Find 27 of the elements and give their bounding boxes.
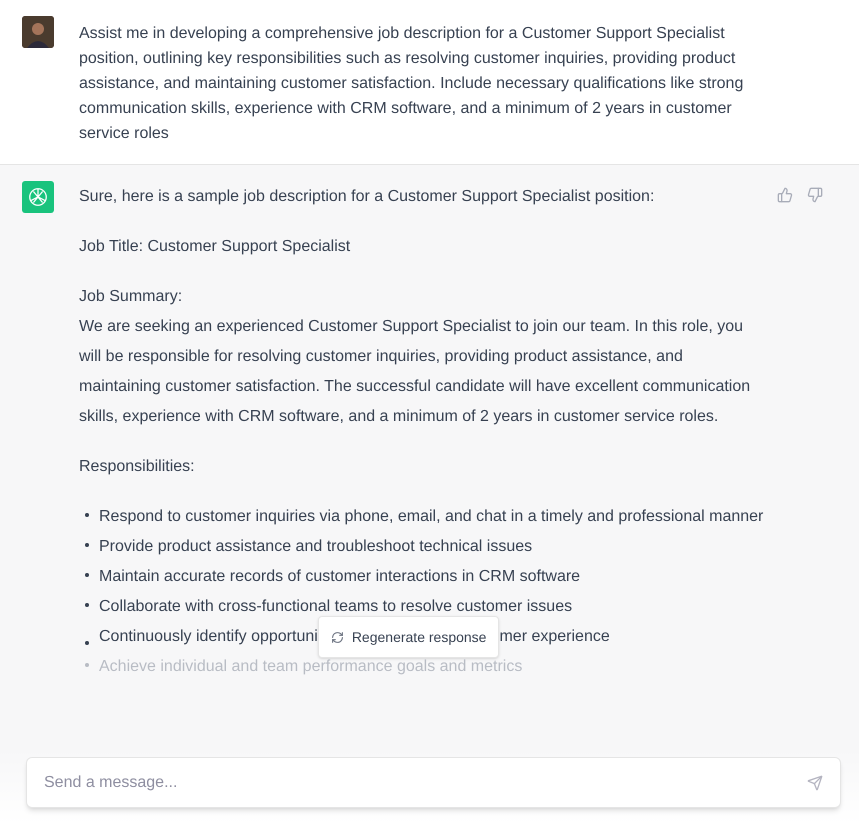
regenerate-button[interactable]: Regenerate response (318, 616, 500, 658)
assistant-intro: Sure, here is a sample job description for a Customer Support Specialist position: (79, 187, 656, 207)
bullet-icon (85, 603, 89, 607)
list-item-text: Maintain accurate records of customer interactions in CRM software (99, 567, 580, 587)
list-item-text: Continuously identify opportuni (99, 627, 318, 647)
user-message: Assist me in developing a comprehensive job description for a Customer Support Specialist position, outlining key responsibilities such as resolving customer inquiries, providing product assistance, and maintaining customer satisfaction. Include necessary qualifications like strong communication skills, experience with CRM software, and a minimum of 2 years in customer service roles (79, 24, 744, 144)
section-heading: Responsibilities: (79, 457, 196, 477)
bullet-icon (85, 640, 89, 644)
section-heading: Job Summary: (79, 287, 184, 307)
job-title: Job Title: Customer Support Specialist (79, 237, 352, 257)
list-item-text: Collaborate with cross-functional teams to resolve customer issues (99, 597, 572, 617)
bullet-icon (85, 513, 89, 517)
thumbs-down-icon[interactable] (807, 187, 823, 203)
list-item-text: Provide product assistance and troubleshoot technical issues (99, 537, 532, 557)
bullet-icon (85, 543, 89, 547)
list-item-text: Achieve individual and team performance goals and metrics (99, 657, 522, 677)
list-item-text: Respond to customer inquiries via phone, email, and chat in a timely and professional manner (99, 507, 764, 527)
summary-paragraph: We are seeking an experienced Customer Support Specialist to join our team. In this role, you will be responsible for resolving customer inquiries, providing product assistance, and maintaining customer satisfaction. The successful candidate will have excellent communication skills, experience with CRM software, and a minimum of 2 years in customer service roles. (79, 317, 752, 427)
send-icon[interactable] (807, 774, 823, 790)
message-field[interactable]: Send a message... (26, 757, 841, 808)
knot-logo-icon (27, 186, 49, 208)
thumbs-up-icon[interactable] (777, 187, 793, 203)
bullet-icon (85, 573, 89, 577)
refresh-icon (330, 630, 344, 644)
list-item-text: mer experience (499, 627, 610, 647)
user-avatar (22, 16, 54, 48)
bullet-icon (85, 663, 89, 667)
